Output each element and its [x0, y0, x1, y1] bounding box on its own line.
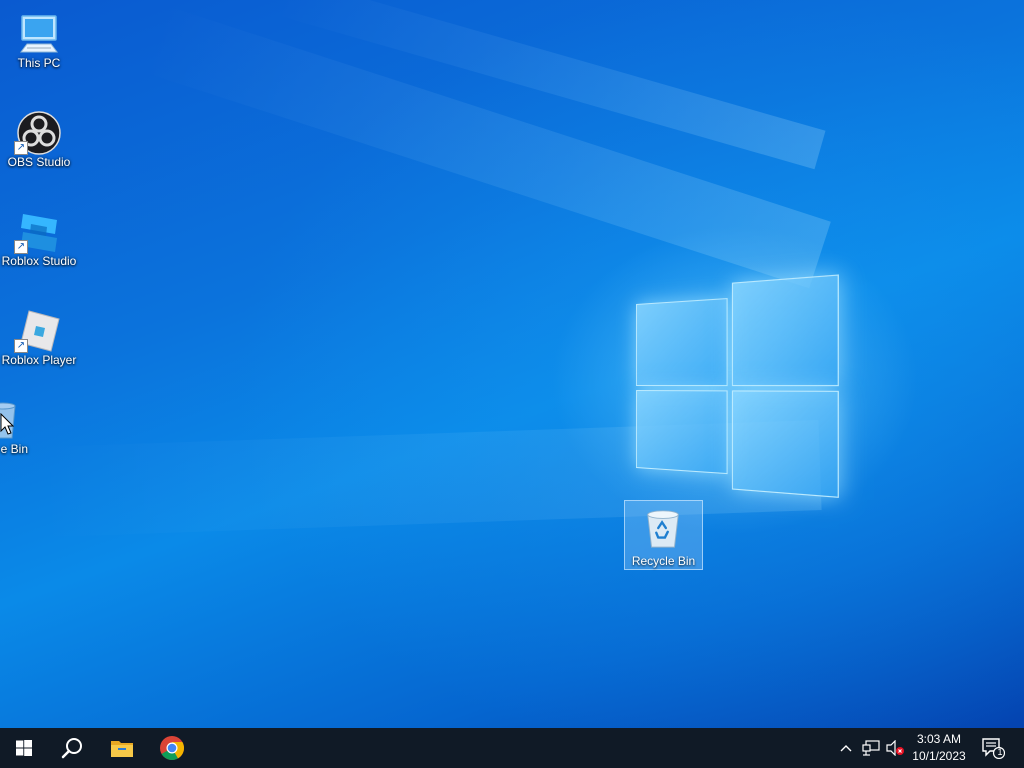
desktop-icon-obs-studio[interactable]: ↗ OBS Studio: [0, 103, 78, 183]
action-center-button[interactable]: 1: [978, 728, 1008, 768]
windows-start-icon: [16, 740, 32, 756]
shortcut-arrow-icon: ↗: [14, 339, 28, 353]
desktop-icon-label: Recycle Bin: [631, 554, 696, 568]
windows-logo: [636, 274, 839, 498]
mouse-cursor-icon: [0, 413, 14, 435]
recycle-bin-icon: [647, 510, 679, 548]
wallpaper-light-beam: [143, 5, 831, 289]
start-button[interactable]: [0, 728, 48, 768]
clock-date: 10/1/2023: [912, 749, 966, 763]
desktop-icon-this-pc[interactable]: This PC: [0, 4, 78, 84]
volume-muted-icon: [886, 740, 904, 756]
desktop-icon-label: This PC: [17, 56, 61, 70]
shortcut-arrow-icon: ↗: [14, 240, 28, 254]
desktop-icon-label: Roblox Studio: [1, 254, 77, 268]
file-explorer-button[interactable]: [98, 728, 146, 768]
clock-time: 3:03 AM: [916, 732, 962, 746]
chrome-button[interactable]: [148, 728, 196, 768]
folder-icon: [111, 741, 133, 757]
show-hidden-icons-button[interactable]: [836, 728, 856, 768]
volume-button[interactable]: [884, 728, 906, 768]
desktop[interactable]: This PC ↗ OBS Studio ↗ Roblox Studio ↗ R…: [0, 0, 1024, 728]
desktop-icon-roblox-studio[interactable]: ↗ Roblox Studio: [0, 202, 78, 282]
desktop-icon-label: OBS Studio: [7, 155, 71, 169]
wallpaper-light-beam: [276, 0, 826, 170]
chrome-icon: [160, 736, 185, 761]
computer-icon: [20, 15, 58, 53]
search-button[interactable]: [48, 728, 96, 768]
search-icon: [61, 738, 82, 759]
shortcut-arrow-icon: ↗: [14, 141, 28, 155]
chevron-up-icon: [840, 745, 852, 752]
desktop-icon-roblox-player[interactable]: ↗ Roblox Player: [0, 301, 78, 381]
notification-count-badge: 1: [997, 747, 1003, 757]
desktop-icon-label: Roblox Player: [1, 353, 77, 367]
network-button[interactable]: [860, 728, 882, 768]
clock[interactable]: 3:03 AM 10/1/2023: [906, 731, 972, 765]
network-icon: [862, 740, 880, 756]
desktop-icon-recycle-bin[interactable]: Recycle Bin: [624, 500, 703, 570]
taskbar: 3:03 AM 10/1/2023 1: [0, 728, 1024, 768]
desktop-icon-label: e Bin: [0, 442, 28, 456]
